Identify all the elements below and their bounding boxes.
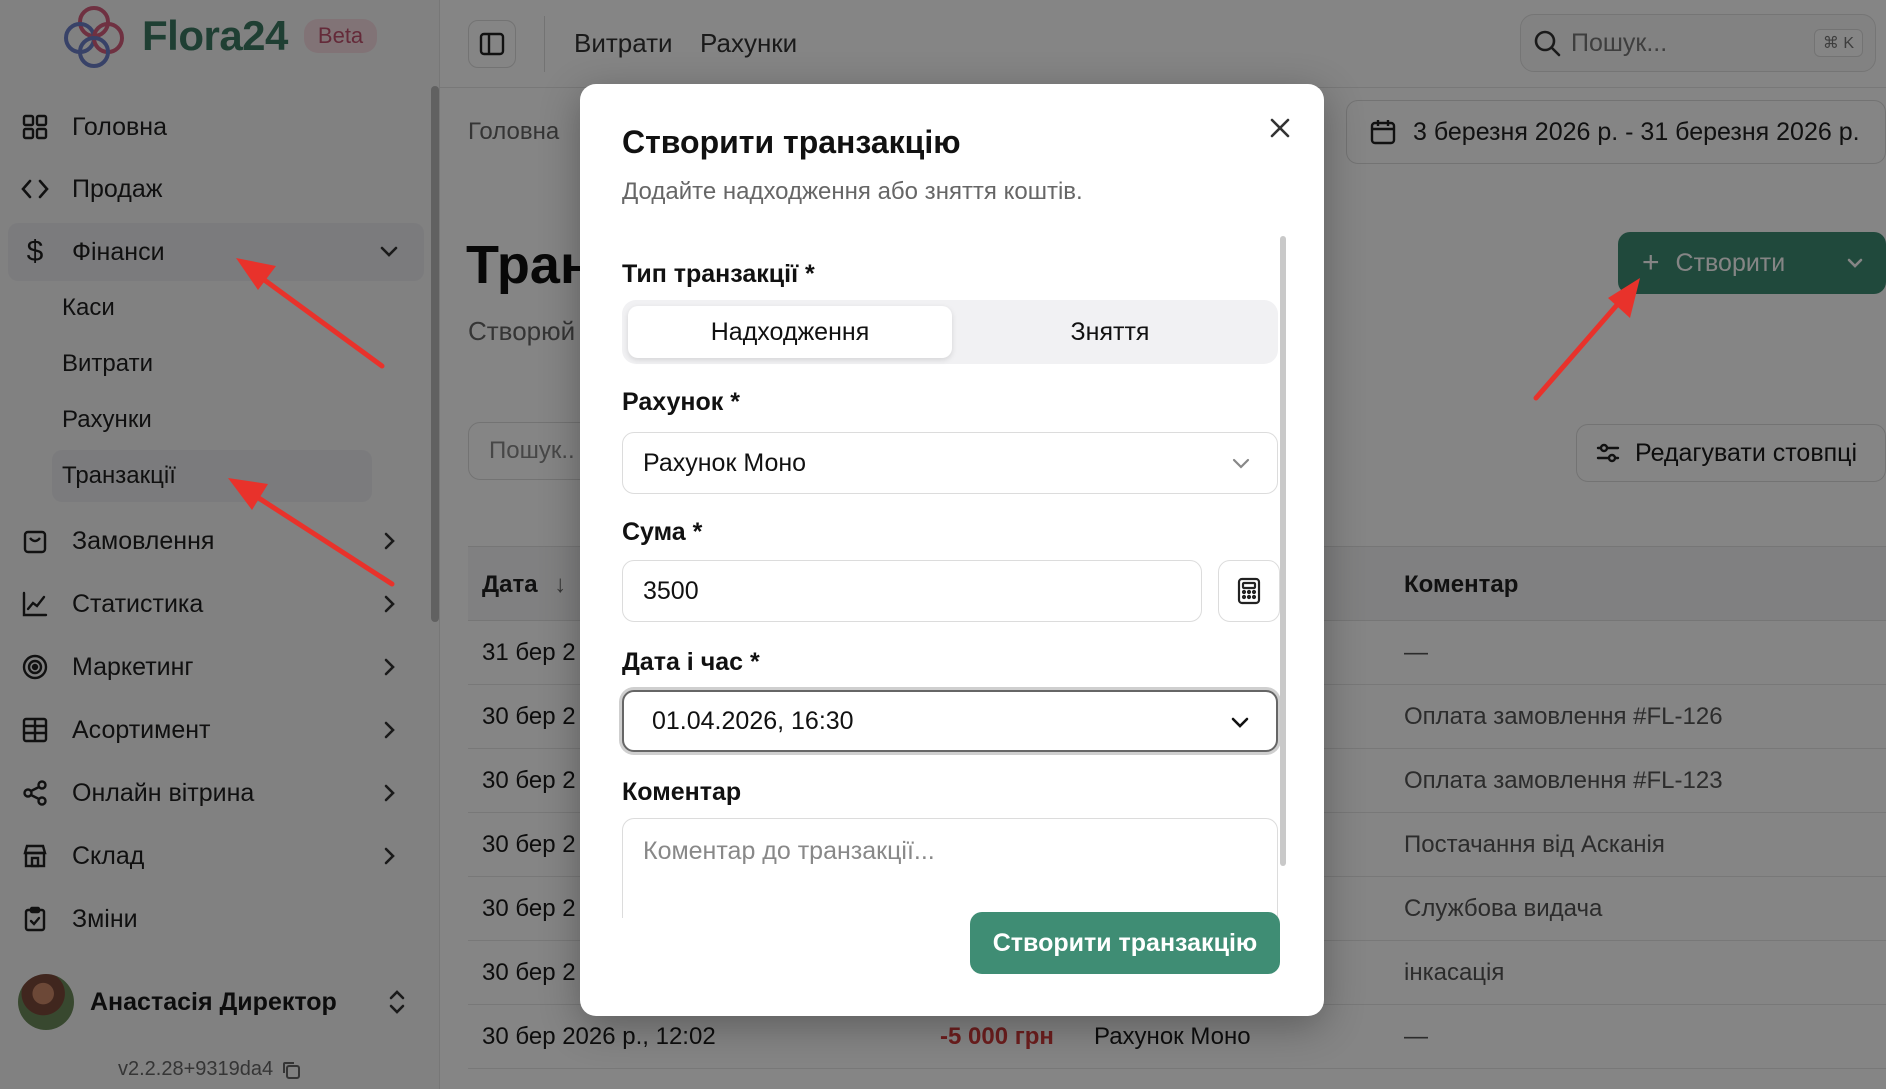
calculator-button[interactable]	[1218, 560, 1280, 622]
datetime-value: 01.04.2026, 16:30	[652, 706, 854, 735]
close-icon[interactable]	[1266, 114, 1294, 142]
create-transaction-dialog: Створити транзакцію Додайте надходження …	[580, 84, 1324, 1016]
amount-label: Сума *	[622, 518, 703, 546]
dialog-description: Додайте надходження або зняття коштів.	[622, 178, 1083, 205]
type-option-withdrawal[interactable]: Зняття	[948, 306, 1272, 358]
calculator-icon	[1237, 577, 1261, 605]
transaction-type-label: Тип транзакції *	[622, 260, 815, 288]
transaction-type-toggle: Надходження Зняття	[622, 300, 1278, 364]
datetime-label: Дата і час *	[622, 648, 760, 676]
amount-value: 3500	[643, 576, 699, 605]
account-select[interactable]: Рахунок Моно	[622, 432, 1278, 494]
type-option-income[interactable]: Надходження	[628, 306, 952, 358]
chevron-down-icon	[1231, 717, 1249, 728]
dialog-title: Створити транзакцію	[622, 124, 961, 160]
account-label: Рахунок *	[622, 388, 740, 416]
comment-textarea[interactable]: Коментар до транзакції...	[622, 818, 1278, 918]
chevron-down-icon	[1232, 458, 1250, 469]
amount-input[interactable]: 3500	[622, 560, 1202, 622]
datetime-input[interactable]: 01.04.2026, 16:30	[622, 690, 1278, 752]
comment-placeholder: Коментар до транзакції...	[643, 837, 935, 865]
account-value: Рахунок Моно	[643, 448, 807, 477]
dialog-scrollbar[interactable]	[1280, 236, 1286, 866]
comment-label: Коментар	[622, 778, 742, 806]
create-transaction-button[interactable]: Створити транзакцію	[970, 912, 1280, 974]
